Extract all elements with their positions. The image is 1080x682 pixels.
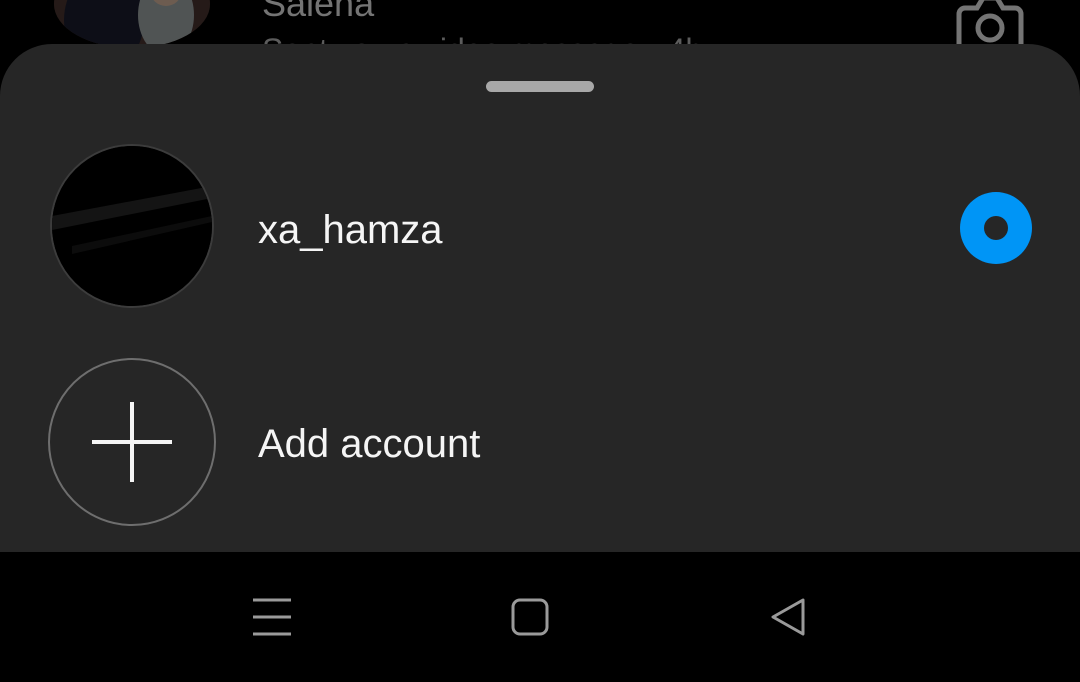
add-account-label: Add account [258,422,481,466]
rounded-square-icon [511,598,549,636]
recents-button[interactable] [247,592,297,642]
account-avatar [50,144,214,308]
back-button[interactable] [763,592,813,642]
plus-icon [92,402,172,482]
contact-avatar [54,0,210,48]
menu-lines-icon [253,598,291,636]
drag-handle[interactable] [486,81,594,92]
add-account-button[interactable] [48,358,216,526]
account-row[interactable]: xa_hamza [0,144,1080,312]
account-username: xa_hamza [258,208,443,252]
add-account-row[interactable]: Add account [0,358,1080,528]
radio-dot [984,216,1008,240]
home-button[interactable] [505,592,555,642]
account-switcher-sheet: xa_hamza Add account [0,44,1080,552]
screen: Saleha Sent you a video message · 4h xa_… [0,0,1080,682]
selected-radio-button[interactable] [960,192,1032,264]
triangle-back-icon [771,598,805,636]
contact-name: Saleha [262,0,375,24]
system-navigation-bar [0,552,1080,682]
